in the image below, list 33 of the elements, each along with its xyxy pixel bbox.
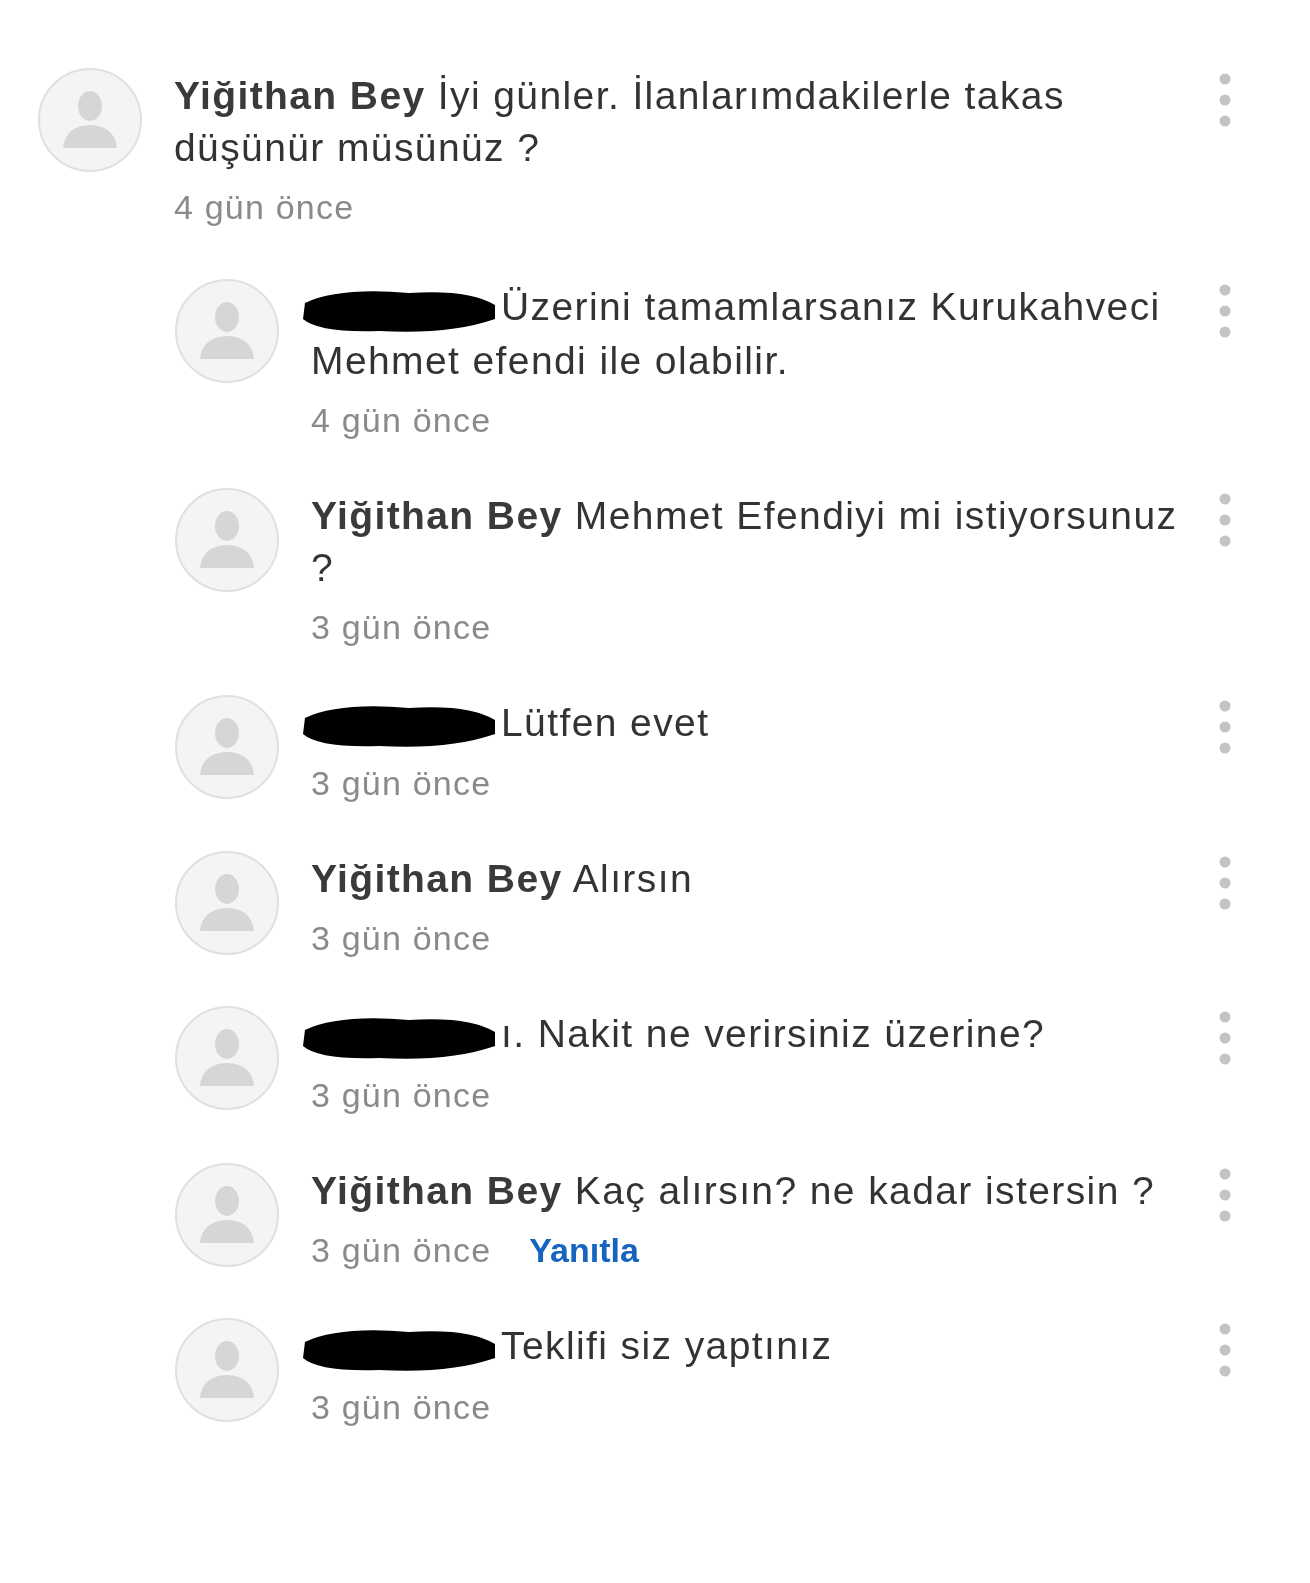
person-icon: [200, 1185, 254, 1244]
comment-text: Üzerini tamamlarsanız Kurukahveci Mehmet efendi ile olabilir.: [311, 281, 1198, 387]
more-options-icon[interactable]: [1218, 855, 1232, 912]
comment-text: ı. Nakit ne verirsiniz üzerine?: [311, 1008, 1198, 1063]
comment-text: Yiğithan Bey Mehmet Efendiyi mi istiyorsunuz ?: [311, 492, 1179, 591]
more-options-icon[interactable]: [1218, 1322, 1232, 1379]
more-options-icon[interactable]: [1218, 283, 1232, 339]
timestamp: 3 gün önce: [311, 1387, 492, 1427]
timestamp: 4 gün önce: [174, 188, 355, 227]
more-options-icon[interactable]: [1218, 698, 1232, 755]
comment-text: Teklifi siz yaptınız: [311, 1320, 1198, 1374]
timestamp: 3 gün önce: [311, 764, 492, 804]
comment-text: Yiğithan Bey İyi günler. İlanlarımdakilerle takas düşünür müsünüz ?: [174, 73, 1066, 171]
person-icon: [200, 509, 254, 568]
reply-link[interactable]: Yanıtla: [529, 1231, 639, 1271]
timestamp: 3 gün önce: [311, 607, 492, 647]
more-options-icon[interactable]: [1218, 491, 1232, 548]
comment-text: Yiğithan Bey Alırsın: [311, 856, 694, 903]
comment-text: Lütfen evet: [311, 696, 1198, 751]
more-options-icon[interactable]: [1218, 1167, 1232, 1224]
comment-text: Yiğithan Bey Kaç alırsın? ne kadar istersin ?: [311, 1168, 1157, 1215]
person-icon: [200, 873, 254, 932]
more-options-icon[interactable]: [1218, 1010, 1232, 1067]
person-icon: [200, 716, 254, 775]
timestamp: 3 gün önce: [311, 1231, 492, 1271]
timestamp: 3 gün önce: [311, 1076, 492, 1116]
person-icon: [200, 1340, 254, 1399]
person-icon: [200, 301, 254, 359]
more-options-icon[interactable]: [1218, 72, 1232, 128]
person-icon: [63, 90, 117, 148]
timestamp: 4 gün önce: [311, 400, 492, 440]
timestamp: 3 gün önce: [311, 919, 492, 959]
person-icon: [200, 1028, 254, 1087]
